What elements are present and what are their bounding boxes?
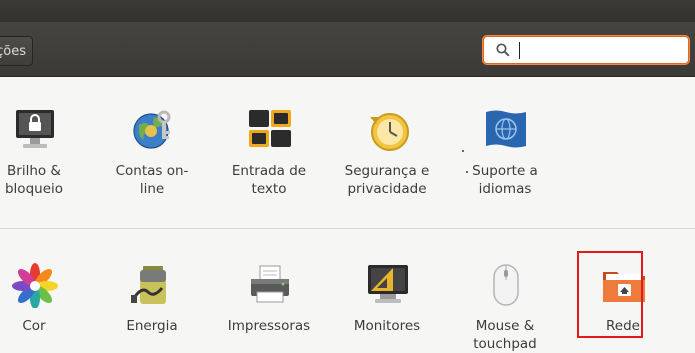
settings-item-displays[interactable]: Monitores <box>337 262 437 346</box>
settings-item-brightness-lock[interactable]: Brilho & bloqueio <box>0 107 84 197</box>
item-label: Contas on- line <box>115 163 189 197</box>
decor-dot <box>466 171 468 173</box>
item-label: Impressoras <box>227 318 311 334</box>
header-bar: ções <box>0 22 695 77</box>
settings-item-power[interactable]: Energia <box>102 262 202 346</box>
battery-icon <box>131 266 166 304</box>
language-flag-icon <box>486 110 526 148</box>
globe-key-icon <box>133 110 171 149</box>
settings-item-language-support[interactable]: Suporte a idiomas <box>455 107 555 197</box>
section-divider <box>0 228 695 229</box>
keyboard-keys-icon <box>249 110 291 147</box>
search-input[interactable] <box>518 40 682 62</box>
back-button[interactable]: ções <box>0 36 33 66</box>
settings-item-mouse-touchpad[interactable]: Mouse & touchpad <box>455 262 555 352</box>
highlight-box <box>577 251 643 338</box>
color-star-icon <box>12 263 58 308</box>
clock-history-icon <box>370 113 409 151</box>
monitor-lock-icon <box>16 110 54 148</box>
text-cursor <box>519 42 520 59</box>
search-icon <box>496 43 510 57</box>
item-label: Brilho & bloqueio <box>4 163 64 197</box>
item-label: Mouse & touchpad <box>473 318 537 352</box>
settings-item-online-accounts[interactable]: Contas on- line <box>102 107 202 197</box>
item-label: Cor <box>22 318 46 334</box>
settings-item-color[interactable]: Cor <box>0 262 84 346</box>
item-label: Monitores <box>353 318 421 334</box>
item-label: Energia <box>126 318 178 334</box>
title-bar <box>0 0 695 22</box>
mouse-icon <box>493 264 519 306</box>
settings-item-security-privacy[interactable]: Segurança e privacidade <box>337 107 437 197</box>
search-box[interactable] <box>483 36 689 64</box>
settings-item-text-input[interactable]: Entrada de texto <box>219 107 319 197</box>
monitor-ruler-icon <box>368 265 408 303</box>
settings-item-printers[interactable]: Impressoras <box>219 262 319 346</box>
printer-icon <box>251 265 289 303</box>
item-label: Suporte a idiomas <box>472 163 538 197</box>
decor-dot <box>462 150 464 152</box>
item-label: Entrada de texto <box>231 163 307 197</box>
item-label: Segurança e privacidade <box>344 163 430 197</box>
